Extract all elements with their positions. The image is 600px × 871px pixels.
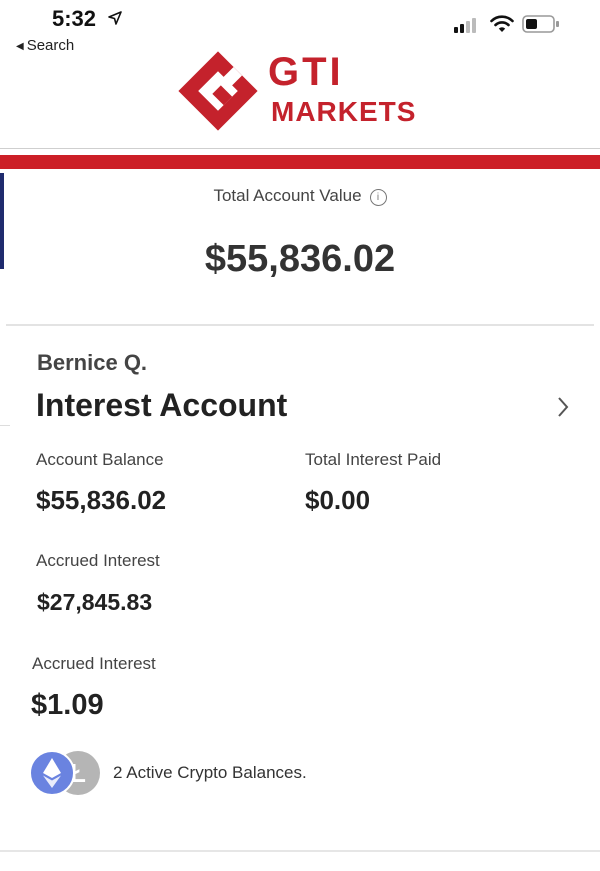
card-edge-tick bbox=[0, 425, 10, 426]
total-account-value: $55,836.02 bbox=[204, 238, 396, 280]
back-to-search-link[interactable]: ◀ Search bbox=[16, 37, 74, 54]
crypto-icons: Ł bbox=[29, 750, 100, 796]
account-balance-value: $55,836.02 bbox=[36, 485, 167, 515]
back-triangle-icon: ◀ bbox=[16, 41, 24, 52]
active-crypto-balances-text[interactable]: 2 Active Crypto Balances. bbox=[113, 763, 307, 783]
wifi-icon bbox=[490, 15, 514, 32]
chevron-right-icon[interactable] bbox=[556, 396, 570, 418]
battery-icon bbox=[522, 15, 559, 33]
back-search-label: Search bbox=[26, 37, 75, 54]
logo-text-gti: GTI bbox=[268, 50, 344, 94]
header-divider bbox=[0, 148, 600, 149]
account-balance-label: Account Balance bbox=[36, 450, 164, 469]
signal-icon bbox=[454, 18, 476, 33]
status-time: 5:32 bbox=[52, 6, 97, 31]
logo-text-markets: MARKETS bbox=[271, 96, 417, 127]
total-label-text: Total Account Value bbox=[213, 186, 362, 205]
bottom-divider bbox=[0, 850, 600, 852]
total-interest-paid-value: $0.00 bbox=[305, 485, 371, 515]
accrued-interest-value: $27,845.83 bbox=[37, 589, 153, 615]
total-interest-paid-label: Total Interest Paid bbox=[305, 450, 442, 469]
ethereum-icon bbox=[29, 750, 75, 796]
account-owner-name: Bernice Q. bbox=[37, 350, 148, 375]
accrued-interest-label-2: Accrued Interest bbox=[32, 654, 156, 673]
accrued-interest-label: Accrued Interest bbox=[36, 551, 160, 570]
brand-red-band bbox=[0, 155, 600, 169]
location-arrow-icon bbox=[108, 11, 122, 25]
account-title[interactable]: Interest Account bbox=[36, 387, 287, 424]
info-icon[interactable]: i bbox=[369, 189, 387, 206]
accrued-interest-value-2: $1.09 bbox=[31, 689, 104, 721]
total-account-value-label: Total Account Value i bbox=[0, 186, 600, 206]
